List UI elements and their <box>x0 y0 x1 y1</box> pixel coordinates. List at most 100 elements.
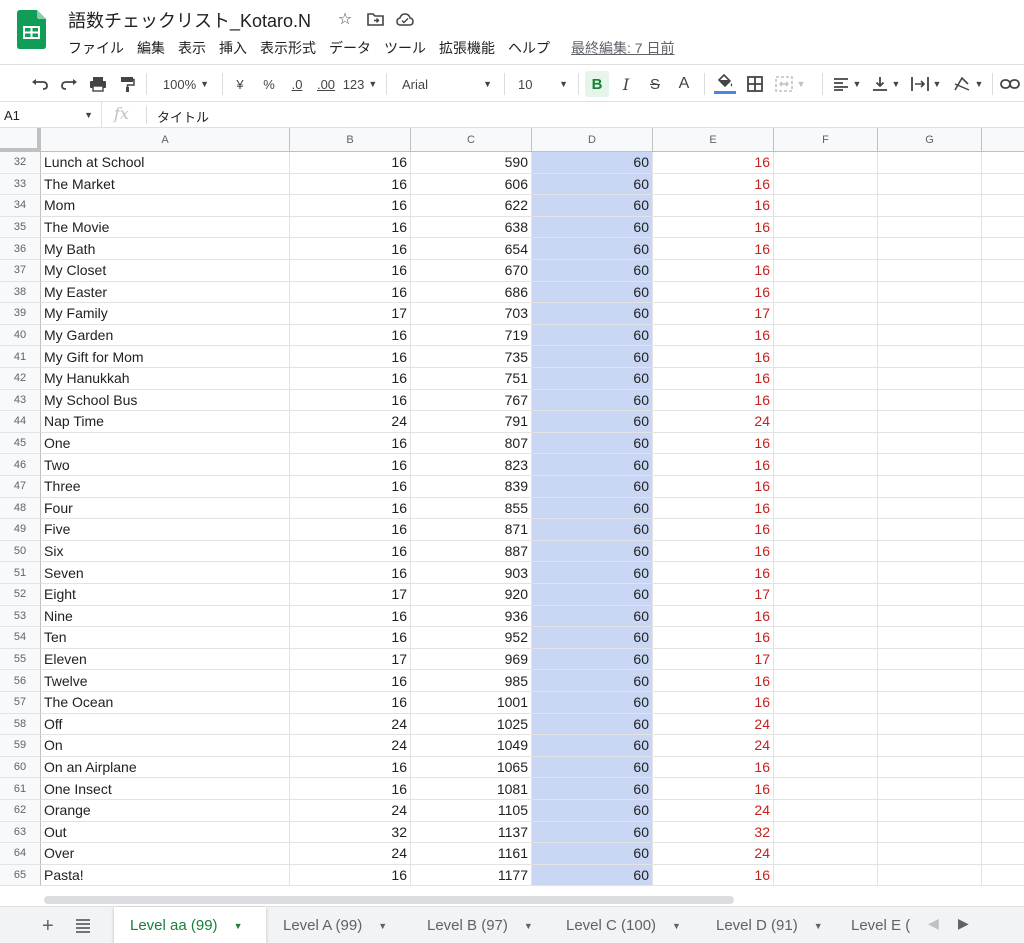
cell-f[interactable] <box>774 713 878 736</box>
cell-e[interactable]: 16 <box>653 195 774 217</box>
cell-b[interactable]: 16 <box>290 432 411 455</box>
cell-h[interactable] <box>982 800 1024 822</box>
cell-g[interactable] <box>878 692 982 714</box>
cell-a[interactable]: The Movie <box>41 216 290 239</box>
cell-h[interactable] <box>982 390 1024 412</box>
name-box[interactable]: A1 ▼ <box>0 102 102 128</box>
cell-d[interactable]: 60 <box>532 173 653 196</box>
cell-a[interactable]: My Hanukkah <box>41 368 290 390</box>
cell-f[interactable] <box>774 497 878 520</box>
cell-b[interactable]: 16 <box>290 476 411 498</box>
row-header[interactable]: 51 <box>0 562 41 584</box>
cell-h[interactable] <box>982 562 1024 584</box>
cell-f[interactable] <box>774 627 878 649</box>
cell-e[interactable]: 16 <box>653 756 774 779</box>
cell-g[interactable] <box>878 519 982 541</box>
cell-d[interactable]: 60 <box>532 584 653 606</box>
cell-f[interactable] <box>774 432 878 455</box>
cell-g[interactable] <box>878 735 982 757</box>
row-header[interactable]: 65 <box>0 864 41 887</box>
cell-d[interactable]: 60 <box>532 411 653 433</box>
cell-a[interactable]: On <box>41 735 290 757</box>
cell-a[interactable]: My School Bus <box>41 389 290 412</box>
cell-d[interactable]: 60 <box>532 800 653 822</box>
cell-c[interactable]: 791 <box>411 411 532 433</box>
decrease-decimal-button[interactable]: .0 <box>285 71 309 97</box>
cell-h[interactable] <box>982 195 1024 217</box>
cell-f[interactable] <box>774 324 878 347</box>
cell-d[interactable]: 60 <box>532 346 653 368</box>
row-header[interactable]: 42 <box>0 368 41 390</box>
cell-d[interactable]: 60 <box>532 303 653 325</box>
cell-d[interactable]: 60 <box>532 605 653 628</box>
text-rotation-icon[interactable]: ▼ <box>950 71 986 97</box>
cell-f[interactable] <box>774 152 878 174</box>
row-header[interactable]: 46 <box>0 454 41 476</box>
cell-e[interactable]: 16 <box>653 324 774 347</box>
cell-a[interactable]: My Family <box>41 303 290 325</box>
cell-a[interactable]: Orange <box>41 800 290 822</box>
cell-f[interactable] <box>774 562 878 584</box>
row-header[interactable]: 36 <box>0 238 41 260</box>
row-header[interactable]: 32 <box>0 152 41 174</box>
menu-data[interactable]: データ <box>329 38 377 58</box>
cell-c[interactable]: 670 <box>411 260 532 282</box>
cell-h[interactable] <box>982 606 1024 628</box>
cell-f[interactable] <box>774 648 878 671</box>
row-header[interactable]: 49 <box>0 519 41 541</box>
cell-a[interactable]: Out <box>41 821 290 844</box>
cell-b[interactable]: 16 <box>290 216 411 239</box>
fill-color-button[interactable] <box>712 71 738 97</box>
cell-d[interactable]: 60 <box>532 368 653 390</box>
column-header-e[interactable]: E <box>653 128 774 152</box>
row-header[interactable]: 37 <box>0 260 41 282</box>
cell-e[interactable]: 16 <box>653 260 774 282</box>
number-format-select[interactable]: 123 ▼ <box>342 71 378 97</box>
cell-h[interactable] <box>982 454 1024 476</box>
last-edit-link[interactable]: 最終編集: 7 日前 <box>571 38 674 58</box>
cloud-saved-icon[interactable] <box>394 8 416 30</box>
font-size-select[interactable]: 10 ▼ <box>514 71 572 97</box>
row-header[interactable]: 41 <box>0 346 41 368</box>
cell-e[interactable]: 16 <box>653 540 774 563</box>
menu-help[interactable]: ヘルプ <box>508 38 556 58</box>
cell-a[interactable]: On an Airplane <box>41 756 290 779</box>
cell-c[interactable]: 969 <box>411 648 532 671</box>
cell-c[interactable]: 985 <box>411 670 532 692</box>
cell-b[interactable]: 16 <box>290 260 411 282</box>
cell-g[interactable] <box>878 324 982 347</box>
cell-g[interactable] <box>878 800 982 822</box>
cell-b[interactable]: 17 <box>290 303 411 325</box>
cell-f[interactable] <box>774 540 878 563</box>
cell-e[interactable]: 16 <box>653 670 774 692</box>
cell-b[interactable]: 16 <box>290 692 411 714</box>
paint-format-icon[interactable] <box>115 71 139 97</box>
cell-b[interactable]: 16 <box>290 756 411 779</box>
cell-g[interactable] <box>878 497 982 520</box>
scroll-tabs-right-icon[interactable]: ▶ <box>958 915 969 932</box>
cell-b[interactable]: 16 <box>290 605 411 628</box>
cell-g[interactable] <box>878 238 982 260</box>
cell-c[interactable]: 807 <box>411 432 532 455</box>
cell-a[interactable]: My Bath <box>41 238 290 260</box>
cell-h[interactable] <box>982 692 1024 714</box>
cell-h[interactable] <box>982 303 1024 325</box>
cell-e[interactable]: 24 <box>653 800 774 822</box>
cell-f[interactable] <box>774 692 878 714</box>
star-icon[interactable]: ☆ <box>334 8 356 30</box>
cell-c[interactable]: 1081 <box>411 778 532 800</box>
cell-g[interactable] <box>878 476 982 498</box>
cell-h[interactable] <box>982 627 1024 649</box>
cell-d[interactable]: 60 <box>532 260 653 282</box>
cell-c[interactable]: 654 <box>411 238 532 260</box>
cell-c[interactable]: 590 <box>411 152 532 174</box>
print-icon[interactable] <box>86 71 110 97</box>
cell-d[interactable]: 60 <box>532 778 653 800</box>
cell-d[interactable]: 60 <box>532 670 653 692</box>
row-header[interactable]: 61 <box>0 778 41 800</box>
cell-b[interactable]: 16 <box>290 152 411 174</box>
column-header-b[interactable]: B <box>290 128 411 152</box>
cell-b[interactable]: 16 <box>290 324 411 347</box>
cell-e[interactable]: 16 <box>653 152 774 174</box>
horizontal-align-icon[interactable]: ▼ <box>830 71 864 97</box>
